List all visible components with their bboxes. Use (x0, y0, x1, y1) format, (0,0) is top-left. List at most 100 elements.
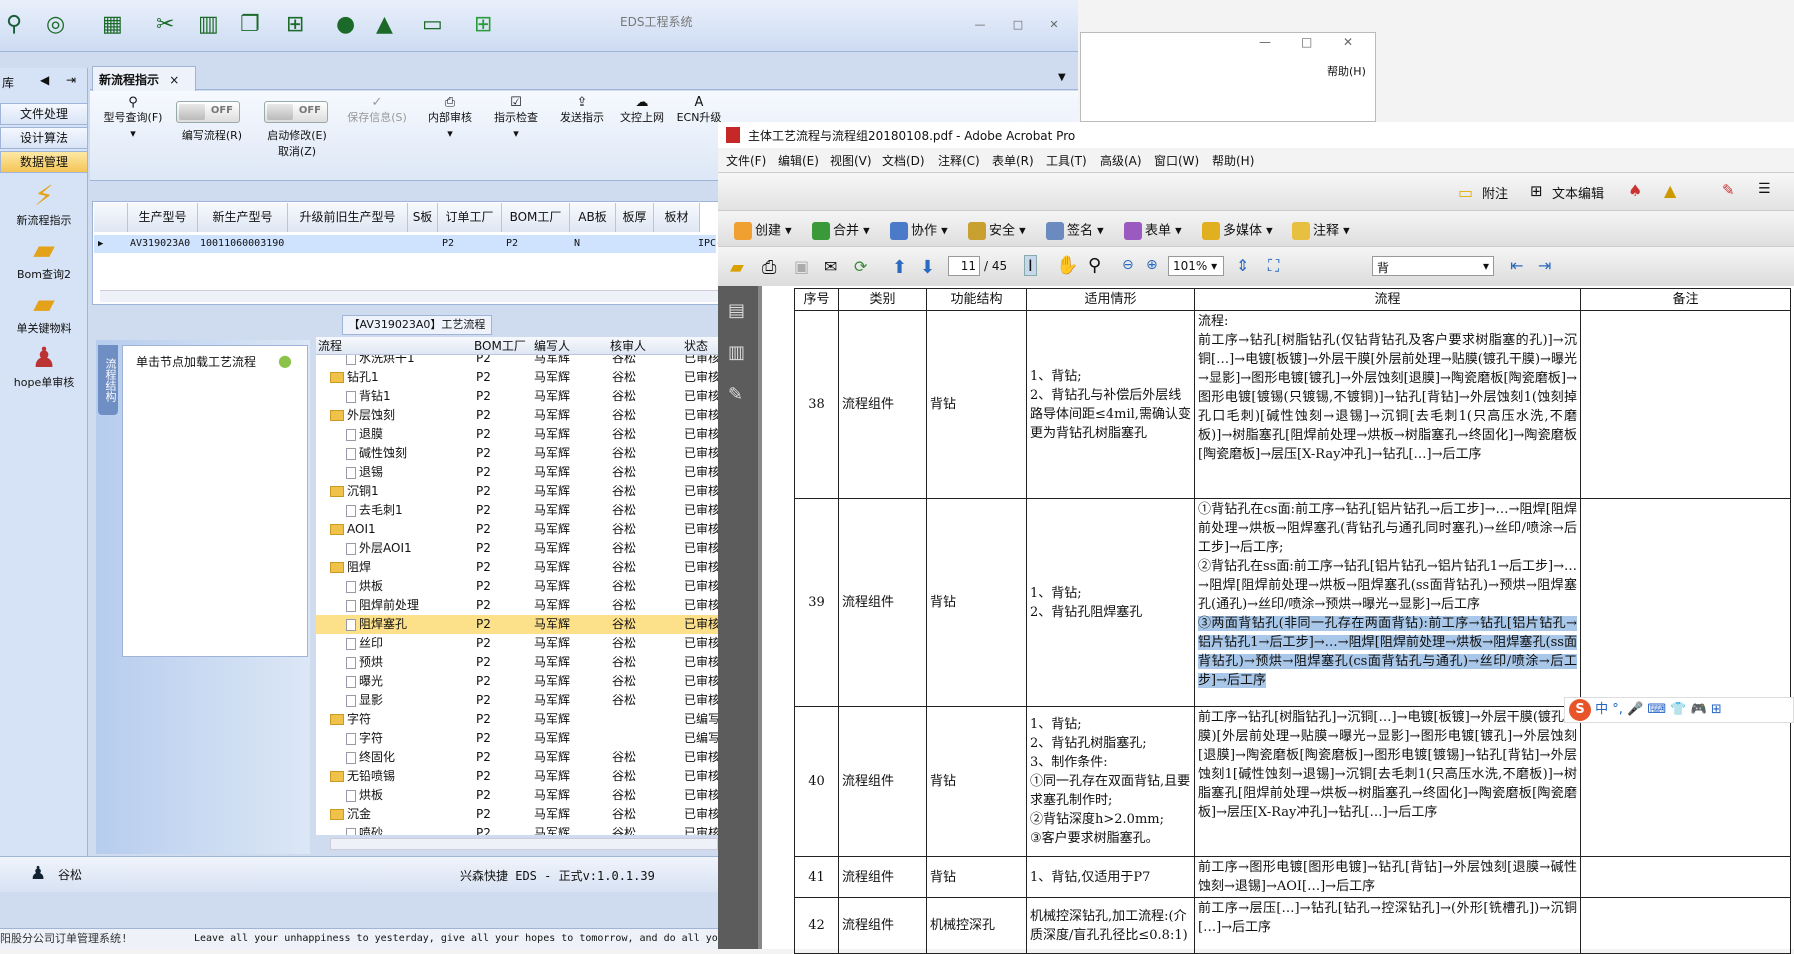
ecn-upgrade-button[interactable]: A ECN升级 (674, 96, 724, 126)
left-button-algo[interactable]: 设计算法 (0, 127, 88, 149)
combine-button[interactable]: 合并 ▾ (812, 222, 870, 240)
close-button[interactable]: ✕ (1343, 35, 1353, 49)
tree-col-header[interactable]: 核审人 (610, 337, 646, 354)
tree-scrollbar[interactable] (330, 838, 718, 850)
page-number-input[interactable]: 11 (948, 256, 980, 276)
left-button-data[interactable]: 数据管理 (0, 151, 88, 173)
copy-icon[interactable]: ❐ (240, 12, 266, 38)
collaborate-button[interactable]: 协作 ▾ (890, 222, 948, 240)
left-item-bom[interactable]: ▰ Bom查询2 (0, 234, 88, 282)
grid-scrollbar[interactable] (100, 290, 720, 302)
tree-col-header[interactable]: BOM工厂 (474, 337, 526, 354)
grid-header[interactable]: 新生产型号 (198, 203, 288, 232)
grid-icon[interactable]: ⊞ (286, 12, 312, 38)
menu-comment[interactable]: 注释(C) (938, 152, 980, 169)
maximize-button[interactable]: □ (1301, 35, 1312, 49)
lifebuoy-icon[interactable]: ◎ (46, 12, 72, 38)
close-button[interactable]: ✕ (1044, 16, 1064, 34)
tree-node[interactable]: 曝光 (346, 672, 383, 691)
zoom-in-icon[interactable]: ⊕ (1146, 257, 1158, 273)
tree-node[interactable]: 预烘 (346, 653, 383, 672)
tree-node[interactable]: 阻焊前处理 (346, 596, 419, 615)
tree-node[interactable]: 水洗烘干1 (346, 355, 415, 368)
search-icon[interactable]: ⚲ (6, 12, 32, 38)
menu-window[interactable]: 窗口(W) (1154, 152, 1199, 169)
tree-node[interactable]: 显影 (346, 691, 383, 710)
left-button-file[interactable]: 文件处理 (0, 103, 88, 125)
zoom-select[interactable]: 101% ▾ (1168, 256, 1224, 276)
start-edit-toggle[interactable]: OFF (264, 101, 328, 123)
send-instruction-button[interactable]: ⇪ 发送指示 (550, 96, 614, 126)
signatures-icon[interactable]: ✎ (728, 384, 743, 405)
film-icon[interactable]: ▥ (198, 12, 224, 38)
tab-new-flow[interactable]: 新流程指示 × (92, 66, 196, 91)
tree-node[interactable]: 阻焊塞孔 (346, 615, 407, 634)
table-icon[interactable]: ▦ (102, 12, 128, 38)
structure-tab[interactable]: 流程结构 (98, 345, 118, 415)
options-icon[interactable]: ☰ (1758, 181, 1771, 197)
left-item-new-flow[interactable]: ⚡ 新流程指示 (0, 180, 88, 228)
tree-node[interactable]: 喷砂 (346, 824, 383, 835)
ime-toolbar[interactable]: S 中 °, 🎤 ⌨ 👕 🎮 ⊞ (1564, 697, 1794, 723)
markup-icon[interactable]: ✎ (1722, 181, 1735, 199)
prev-page-icon[interactable]: ⬆ (892, 257, 907, 278)
tree-node[interactable]: 沉金 (330, 805, 371, 824)
menu-file[interactable]: 文件(F) (726, 152, 766, 169)
select-text-icon[interactable]: I (1024, 255, 1037, 276)
tree-node[interactable]: 阻焊 (330, 558, 371, 577)
stamp-icon[interactable]: ♠ (1628, 181, 1642, 200)
pin-icon[interactable]: ⇥ (66, 73, 76, 87)
fit-width-icon[interactable]: ⇕ (1236, 256, 1249, 275)
minimize-button[interactable]: — (1259, 35, 1271, 49)
dropdown-arrow-icon[interactable]: ▼ (1058, 72, 1066, 83)
grid-header[interactable]: 生产型号 (128, 203, 198, 232)
grid-header[interactable]: 板材 (654, 203, 700, 232)
grid-header[interactable]: 板厚 (616, 203, 654, 232)
doc-online-button[interactable]: ☁ 文控上网 (612, 96, 672, 126)
comment-button[interactable]: 注释 ▾ (1292, 222, 1350, 240)
internal-review-button[interactable]: ⎙ 内部审核 ▾ (418, 96, 482, 142)
create-button[interactable]: 创建 ▾ (734, 222, 792, 240)
model-query-button[interactable]: ⚲ 型号查询(F) ▾ (96, 96, 170, 142)
write-flow-toggle[interactable]: OFF (176, 101, 240, 123)
sign-button[interactable]: 签名 ▾ (1046, 222, 1104, 240)
tree-col-header[interactable]: 状态 (684, 337, 708, 354)
tree-node[interactable]: 外层AOI1 (346, 539, 412, 558)
menu-advanced[interactable]: 高级(A) (1100, 152, 1142, 169)
menu-document[interactable]: 文档(D) (882, 152, 925, 169)
tree-node[interactable]: 去毛刺1 (346, 501, 403, 520)
instruction-check-button[interactable]: ☑ 指示检查 ▾ (484, 96, 548, 142)
scissors-icon[interactable]: ✂ (156, 12, 182, 38)
menu-tools[interactable]: 工具(T) (1046, 152, 1087, 169)
zoom-out-icon[interactable]: ⊖ (1122, 257, 1134, 273)
print-icon[interactable]: ⎙ (762, 257, 776, 278)
tree-node[interactable]: 背钻1 (346, 387, 391, 406)
sticky-note-button[interactable]: 附注 (1482, 183, 1508, 202)
tree-node[interactable]: 退膜 (346, 425, 383, 444)
windows-icon[interactable]: ⊞ (474, 12, 500, 38)
save-info-button[interactable]: ✓ 保存信息(S) (340, 96, 414, 126)
security-button[interactable]: 安全 ▾ (968, 222, 1026, 240)
bookmarks-icon[interactable]: ▥ (728, 342, 745, 363)
left-item-hope[interactable]: ♟ hope单审核 (0, 342, 88, 390)
tree-node[interactable]: 字符 (346, 729, 383, 748)
maximize-button[interactable]: □ (1008, 16, 1028, 34)
tree-col-header[interactable]: 编写人 (534, 337, 570, 354)
tree-node[interactable]: 退锡 (346, 463, 383, 482)
tree-node[interactable]: 字符 (330, 710, 371, 729)
left-item-material[interactable]: ▰ 单关键物料 (0, 288, 88, 336)
open-icon[interactable]: ▰ (730, 257, 744, 278)
tree-node[interactable]: 丝印 (346, 634, 383, 653)
menu-edit[interactable]: 编辑(E) (778, 152, 819, 169)
multimedia-button[interactable]: 多媒体 ▾ (1202, 222, 1273, 240)
grid-header[interactable]: BOM工厂 (502, 203, 570, 232)
forms-button[interactable]: 表单 ▾ (1124, 222, 1182, 240)
laptop-icon[interactable]: ▭ (422, 12, 448, 38)
pages-icon[interactable]: ▤ (728, 300, 745, 321)
grid-header[interactable]: 升级前旧生产型号 (288, 203, 408, 232)
tree-node[interactable]: 烘板 (346, 577, 383, 596)
user-icon[interactable]: ● (336, 12, 362, 38)
tree-node[interactable]: 碱性蚀刻 (346, 444, 407, 463)
find-input[interactable]: 背 ▾ (1372, 256, 1494, 276)
grid-header[interactable]: 订单工厂 (438, 203, 502, 232)
